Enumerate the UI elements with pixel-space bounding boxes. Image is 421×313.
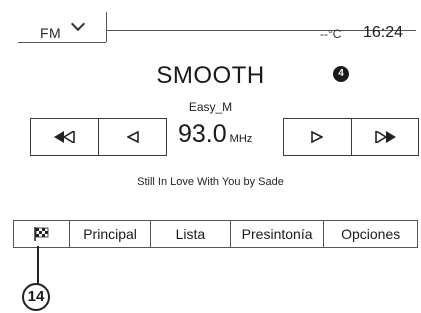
bottom-menu: Principal Lista Presintonía Opciones [13, 220, 418, 248]
seek-forward-button[interactable] [350, 119, 419, 155]
frequency-display: 93.0 MHz [178, 120, 252, 149]
seek-back-icon [53, 131, 75, 143]
tune-back-group [30, 118, 167, 156]
tune-forward-group [283, 118, 419, 156]
step-forward-icon [311, 131, 324, 143]
checkered-flag-icon [33, 227, 48, 241]
band-selector[interactable] [18, 12, 107, 42]
frequency-value: 93.0 [178, 120, 227, 148]
callout-number: 14 [22, 283, 50, 311]
tab-opciones[interactable]: Opciones [323, 221, 418, 247]
frequency-unit: MHz [229, 133, 253, 145]
flag-button[interactable] [13, 221, 69, 247]
band-label[interactable]: FM [40, 25, 61, 41]
tab-presintonia[interactable]: Presintonía [229, 221, 324, 247]
header-divider-left [18, 42, 106, 43]
seek-back-button[interactable] [31, 119, 98, 155]
tab-lista[interactable]: Lista [149, 221, 230, 247]
rds-text: Easy_M [188, 100, 233, 114]
seek-forward-icon [374, 131, 396, 143]
callout-leader-line [37, 246, 39, 284]
step-back-button[interactable] [98, 119, 166, 155]
outside-temperature: --°C [320, 27, 342, 41]
clock: 16:24 [363, 24, 404, 41]
tab-principal[interactable]: Principal [69, 221, 150, 247]
station-name: SMOOTH [156, 62, 265, 89]
preset-badge: 4 [333, 66, 349, 82]
now-playing: Still In Love With You by Sade [137, 176, 284, 188]
step-forward-button[interactable] [284, 119, 351, 155]
step-back-icon [126, 131, 139, 143]
